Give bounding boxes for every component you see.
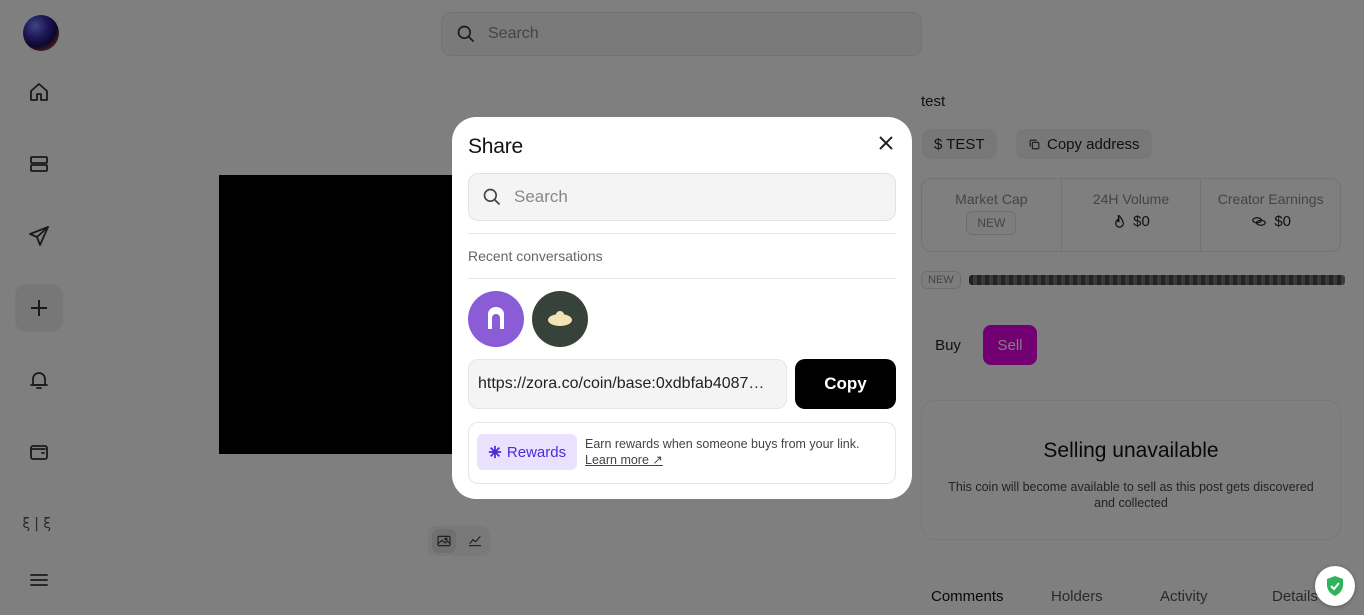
share-search-bar[interactable] (468, 173, 896, 221)
conversation-avatar-1[interactable] (468, 291, 524, 347)
rewards-panel: Rewards Earn rewards when someone buys f… (468, 422, 896, 484)
arch-icon (488, 307, 504, 329)
close-button[interactable] (876, 133, 896, 153)
rewards-badge: Rewards (477, 434, 577, 470)
copy-button[interactable]: Copy (795, 359, 896, 409)
learn-more-label: Learn more (585, 453, 649, 467)
close-icon (879, 136, 893, 150)
cloud-icon (548, 311, 572, 326)
share-link-input[interactable] (478, 375, 777, 393)
share-search-input[interactable] (514, 187, 874, 207)
conversation-avatar-2[interactable] (532, 291, 588, 347)
sparkle-icon (488, 445, 502, 459)
rewards-badge-label: Rewards (506, 443, 567, 461)
security-shield-icon[interactable] (1315, 566, 1355, 606)
learn-more-link[interactable]: Learn more ↗ (585, 453, 663, 467)
share-link-field[interactable] (468, 359, 787, 409)
modal-title: Share (468, 135, 524, 158)
search-icon (483, 188, 501, 206)
share-modal: Share Recent conversations Copy Rewards … (452, 117, 912, 499)
recent-conversations-label: Recent conversations (468, 248, 603, 264)
rewards-text: Earn rewards when someone buys from your… (585, 437, 860, 451)
divider (468, 233, 896, 234)
rewards-description: Earn rewards when someone buys from your… (585, 436, 859, 468)
divider (468, 278, 896, 279)
